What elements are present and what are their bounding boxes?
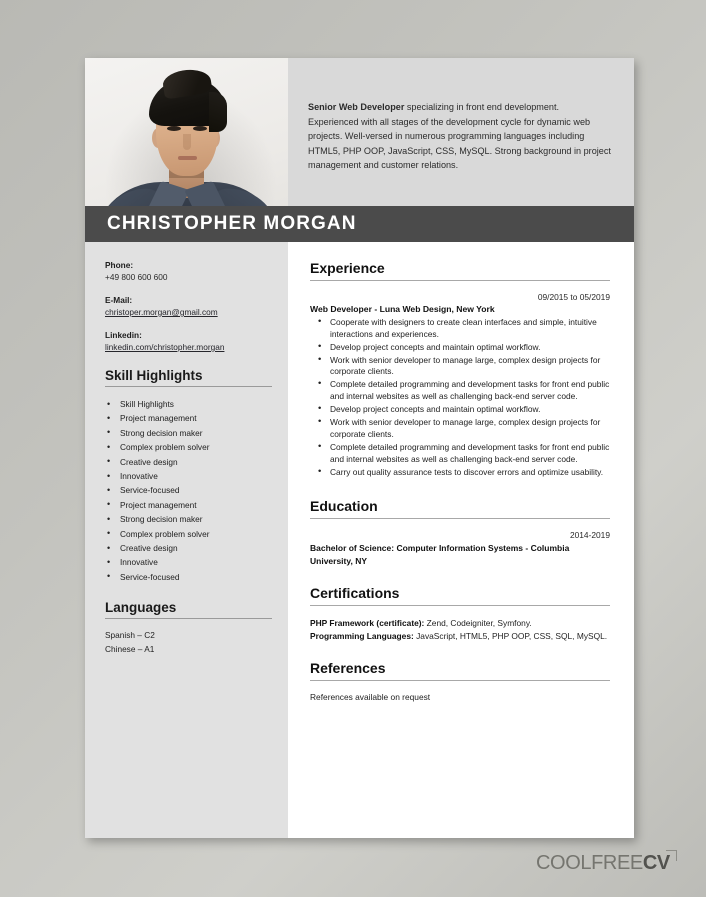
experience-job-title: Web Developer - Luna Web Design, New Yor… xyxy=(310,304,495,314)
list-item: Work with senior developer to manage lar… xyxy=(310,354,610,378)
list-item: Creative design xyxy=(105,541,272,556)
references-heading: References xyxy=(310,660,386,677)
resume-header-band: Senior Web Developer specializing in fro… xyxy=(85,58,634,248)
candidate-name: CHRISTOPHER MORGAN xyxy=(107,213,357,234)
list-item: Develop project concepts and maintain op… xyxy=(310,341,610,354)
education-degree: Bachelor of Science: Computer Informatio… xyxy=(310,543,570,566)
certification-line: Programming Languages: JavaScript, HTML5… xyxy=(310,630,610,642)
linkedin-label: Linkedin: xyxy=(105,330,142,340)
experience-date: 09/2015 to 05/2019 xyxy=(537,292,610,302)
certification-line: PHP Framework (certificate): Zend, Codei… xyxy=(310,617,610,629)
profile-summary-lead: Senior Web Developer xyxy=(308,102,405,112)
list-item: Strong decision maker xyxy=(105,512,272,527)
certification-label: Programming Languages: xyxy=(310,630,414,641)
resume-body: Phone: +49 800 600 600 E-Mail: christope… xyxy=(85,242,634,838)
list-item: Complex problem solver xyxy=(105,526,272,541)
language-item: Spanish – C2 xyxy=(105,630,155,641)
list-item: Skill Highlights xyxy=(105,396,272,411)
skills-list: Skill Highlights Project management Stro… xyxy=(105,396,272,584)
watermark-coolfreecv: COOLFREECV xyxy=(536,850,677,875)
skills-heading: Skill Highlights xyxy=(105,368,203,383)
list-item: Carry out quality assurance tests to dis… xyxy=(310,466,610,479)
profile-summary-body: specializing in front end development. E… xyxy=(308,102,611,171)
list-item: Service-focused xyxy=(105,569,272,584)
certifications-heading: Certifications xyxy=(310,585,400,602)
certifications-divider xyxy=(310,605,610,607)
certification-value: Zend, Codeigniter, Symfony. xyxy=(424,618,532,629)
list-item: Project management xyxy=(105,497,272,512)
list-item: Develop project concepts and maintain op… xyxy=(310,403,610,416)
references-text: References available on request xyxy=(310,692,431,703)
list-item: Complete detailed programming and develo… xyxy=(310,378,610,402)
email-value-link[interactable]: christoper.morgan@gmail.com xyxy=(105,307,272,317)
experience-divider xyxy=(310,280,610,281)
list-item: Creative design xyxy=(105,454,272,469)
list-item: Complex problem solver xyxy=(105,440,272,455)
name-banner: CHRISTOPHER MORGAN xyxy=(85,206,634,242)
phone-label: Phone: xyxy=(105,260,134,270)
experience-bullets: Cooperate with designers to create clean… xyxy=(310,316,610,479)
list-item: Service-focused xyxy=(105,483,272,498)
profile-summary-text: Senior Web Developer specializing in fro… xyxy=(308,100,612,173)
languages-divider xyxy=(105,618,272,620)
watermark-light-text: COOLFREE xyxy=(536,852,643,874)
sidebar-column: Phone: +49 800 600 600 E-Mail: christope… xyxy=(85,242,288,838)
certification-label: PHP Framework (certificate): xyxy=(310,618,425,629)
list-item: Project management xyxy=(105,411,272,426)
skills-divider xyxy=(105,386,272,387)
list-item: Innovative xyxy=(105,555,272,570)
list-item: Innovative xyxy=(105,469,272,484)
watermark-corner-icon xyxy=(665,850,677,861)
languages-heading: Languages xyxy=(105,600,177,616)
linkedin-value-link[interactable]: linkedin.com/christopher.morgan xyxy=(105,342,272,352)
email-label: E-Mail: xyxy=(105,295,133,305)
phone-value: +49 800 600 600 xyxy=(105,272,168,282)
main-column: Experience 09/2015 to 05/2019 Web Develo… xyxy=(288,242,634,838)
resume-page: Senior Web Developer specializing in fro… xyxy=(85,58,634,838)
references-divider xyxy=(310,680,610,682)
education-divider xyxy=(310,518,610,520)
experience-heading: Experience xyxy=(310,260,385,276)
list-item: Strong decision maker xyxy=(105,425,272,440)
list-item: Complete detailed programming and develo… xyxy=(310,441,610,465)
education-date: 2014-2019 xyxy=(569,530,610,541)
contact-email: E-Mail: christoper.morgan@gmail.com xyxy=(105,295,272,317)
contact-phone: Phone: +49 800 600 600 xyxy=(105,260,272,282)
education-heading: Education xyxy=(310,498,378,515)
language-item: Chinese – A1 xyxy=(105,643,155,654)
certification-value: JavaScript, HTML5, PHP OOP, CSS, SQL, My… xyxy=(413,630,608,641)
list-item: Cooperate with designers to create clean… xyxy=(310,316,610,340)
list-item: Work with senior developer to manage lar… xyxy=(310,416,610,440)
profile-summary-box: Senior Web Developer specializing in fro… xyxy=(288,58,634,206)
contact-linkedin: Linkedin: linkedin.com/christopher.morga… xyxy=(105,330,272,352)
